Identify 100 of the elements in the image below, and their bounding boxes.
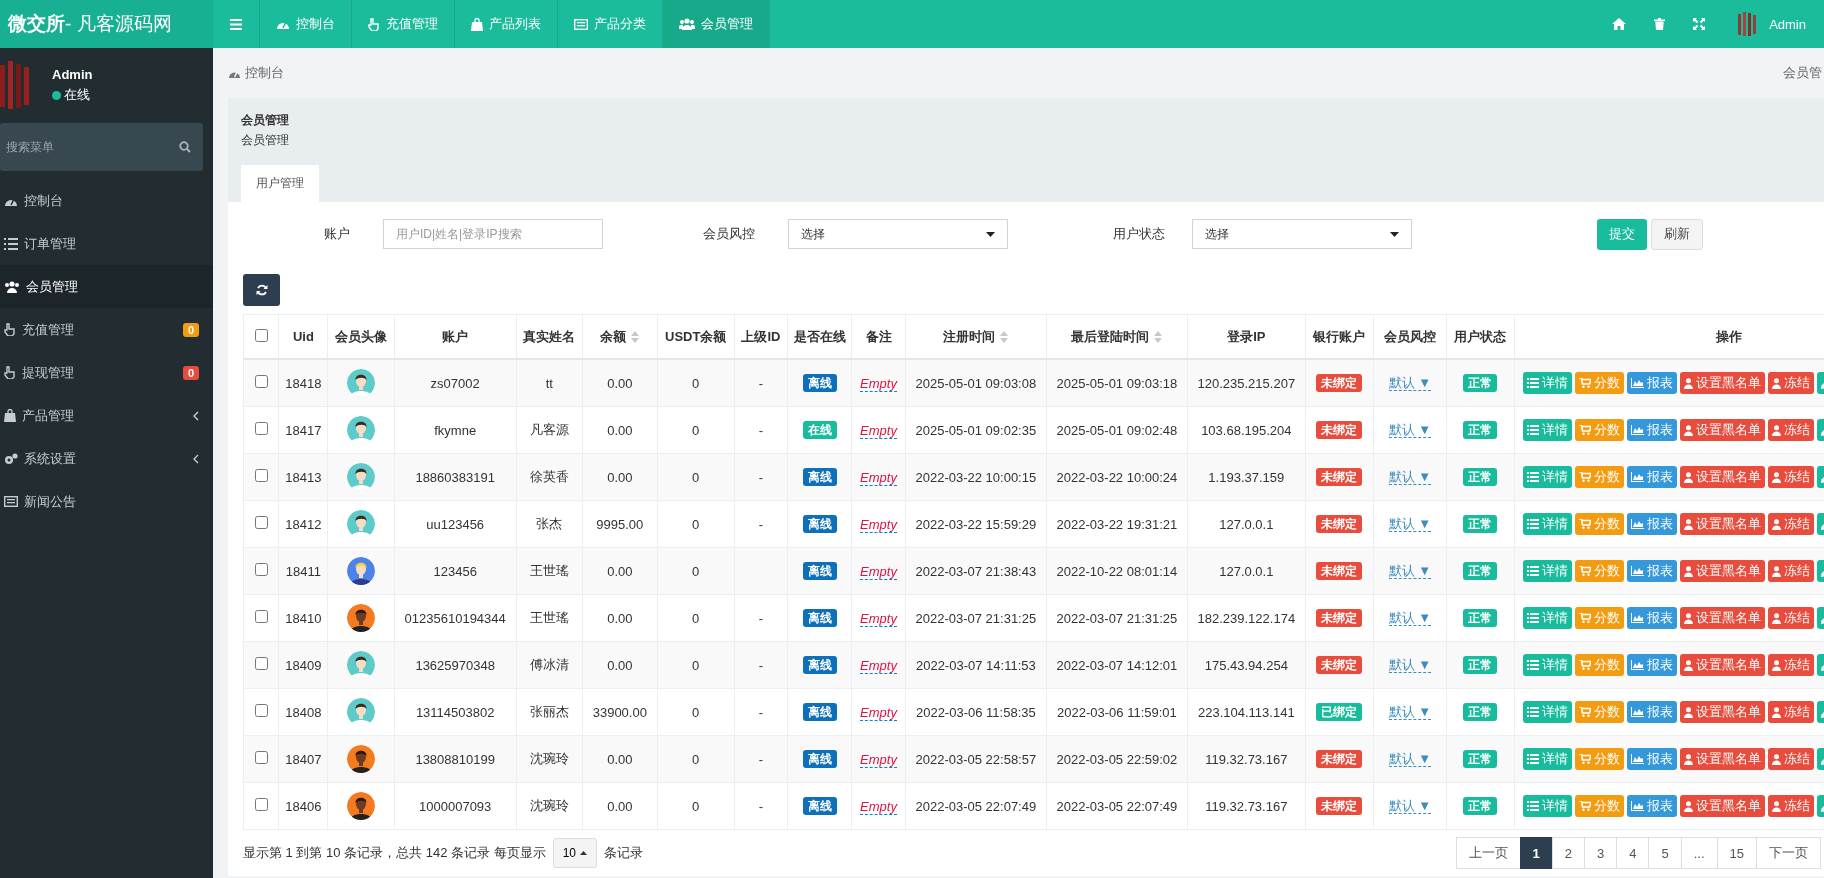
score-button[interactable]: 分数	[1575, 372, 1625, 394]
page-button[interactable]: 15	[1716, 837, 1757, 869]
report-button[interactable]: 报表	[1627, 607, 1678, 629]
sidebar-item[interactable]: 订单管理	[0, 222, 213, 265]
submit-button[interactable]: 提交	[1597, 218, 1647, 250]
sidebar-item[interactable]: 充值管理 0	[0, 308, 213, 351]
freeze-button[interactable]: 冻结	[1768, 372, 1815, 394]
row-checkbox[interactable]	[254, 751, 268, 764]
risk-dropdown-link[interactable]: 默认 ▼	[1388, 751, 1432, 767]
risk-dropdown-link[interactable]: 默认 ▼	[1388, 610, 1432, 626]
sidebar-item[interactable]: 产品管理	[0, 394, 213, 437]
tab[interactable]: 用户管理	[241, 165, 319, 202]
freeze-button[interactable]: 冻结	[1768, 560, 1815, 582]
report-button[interactable]: 报表	[1627, 419, 1678, 441]
detail-button[interactable]: 详情	[1523, 560, 1573, 582]
refresh-button[interactable]: 刷新	[1651, 218, 1703, 250]
nav-tab[interactable]: 会员管理	[663, 0, 770, 48]
sidebar-item[interactable]: 新闻公告	[0, 480, 213, 523]
blacklist-button[interactable]: 设置黑名单	[1680, 607, 1766, 629]
freeze-button[interactable]: 冻结	[1768, 701, 1815, 723]
sort-icon[interactable]	[1154, 329, 1163, 344]
site-logo[interactable]: 微交所- 凡客源码网	[0, 0, 213, 48]
report-button[interactable]: 报表	[1627, 372, 1678, 394]
breadcrumb-link[interactable]: 控制台	[245, 64, 284, 82]
freeze-button[interactable]: 冻结	[1768, 795, 1815, 817]
risk-dropdown-link[interactable]: 默认 ▼	[1388, 375, 1432, 391]
risk-dropdown-link[interactable]: 默认 ▼	[1388, 657, 1432, 673]
page-button[interactable]: 1	[1519, 837, 1553, 869]
sort-icon[interactable]	[631, 329, 640, 344]
select-dropdown[interactable]: 选择	[1192, 219, 1412, 249]
score-button[interactable]: 分数	[1575, 795, 1625, 817]
detail-button[interactable]: 详情	[1523, 748, 1573, 770]
report-button[interactable]: 报表	[1627, 654, 1678, 676]
score-button[interactable]: 分数	[1575, 701, 1625, 723]
freeze-button[interactable]: 冻结	[1768, 466, 1815, 488]
search-input[interactable]: 用户ID|姓名|登录IP搜索	[383, 219, 603, 249]
report-button[interactable]: 报表	[1627, 701, 1678, 723]
fullscreen-icon[interactable]	[1693, 18, 1706, 30]
report-button[interactable]: 报表	[1627, 795, 1678, 817]
search-field[interactable]: 搜索菜单	[0, 123, 203, 171]
detail-button[interactable]: 详情	[1523, 654, 1573, 676]
score-button[interactable]: 分数	[1575, 748, 1625, 770]
blacklist-button[interactable]: 设置黑名单	[1680, 419, 1766, 441]
report-button[interactable]: 报表	[1627, 560, 1678, 582]
trash-icon[interactable]	[1654, 18, 1666, 30]
page-button[interactable]: 3	[1584, 837, 1618, 869]
sidebar-item[interactable]: 系统设置	[0, 437, 213, 480]
score-button[interactable]: 分数	[1575, 607, 1625, 629]
page-button[interactable]: 2	[1551, 837, 1585, 869]
page-button[interactable]: 上一页	[1455, 837, 1521, 869]
detail-button[interactable]: 详情	[1523, 795, 1573, 817]
row-checkbox[interactable]	[254, 375, 268, 388]
report-button[interactable]: 报表	[1627, 466, 1678, 488]
detail-button[interactable]: 详情	[1523, 419, 1573, 441]
row-checkbox[interactable]	[254, 704, 268, 717]
page-button[interactable]: ...	[1680, 837, 1718, 869]
blacklist-button[interactable]: 设置黑名单	[1680, 701, 1766, 723]
select-all-checkbox[interactable]	[254, 328, 268, 342]
detail-button[interactable]: 详情	[1523, 466, 1573, 488]
row-checkbox[interactable]	[254, 563, 268, 576]
row-checkbox[interactable]	[254, 469, 268, 482]
score-button[interactable]: 分数	[1575, 513, 1625, 535]
blacklist-button[interactable]: 设置黑名单	[1680, 748, 1766, 770]
freeze-button[interactable]: 冻结	[1768, 419, 1815, 441]
row-checkbox[interactable]	[254, 516, 268, 529]
blacklist-button[interactable]: 设置黑名单	[1680, 560, 1766, 582]
risk-dropdown-link[interactable]: 默认 ▼	[1388, 422, 1432, 438]
freeze-button[interactable]: 冻结	[1768, 607, 1815, 629]
risk-dropdown-link[interactable]: 默认 ▼	[1388, 798, 1432, 814]
score-button[interactable]: 分数	[1575, 419, 1625, 441]
freeze-button[interactable]: 冻结	[1768, 654, 1815, 676]
detail-button[interactable]: 详情	[1523, 607, 1573, 629]
risk-dropdown-link[interactable]: 默认 ▼	[1388, 516, 1432, 532]
score-button[interactable]: 分数	[1575, 560, 1625, 582]
row-checkbox[interactable]	[254, 610, 268, 623]
risk-dropdown-link[interactable]: 默认 ▼	[1388, 704, 1432, 720]
blacklist-button[interactable]: 设置黑名单	[1680, 513, 1766, 535]
score-button[interactable]: 分数	[1575, 466, 1625, 488]
row-checkbox[interactable]	[254, 798, 268, 811]
sidebar-item[interactable]: 控制台	[0, 179, 213, 222]
detail-button[interactable]: 详情	[1523, 701, 1573, 723]
score-button[interactable]: 分数	[1575, 654, 1625, 676]
reload-button[interactable]	[243, 274, 280, 306]
detail-button[interactable]: 详情	[1523, 372, 1573, 394]
blacklist-button[interactable]: 设置黑名单	[1680, 466, 1766, 488]
risk-dropdown-link[interactable]: 默认 ▼	[1388, 563, 1432, 579]
sidebar-item[interactable]: 会员管理	[0, 265, 213, 308]
blacklist-button[interactable]: 设置黑名单	[1680, 654, 1766, 676]
page-button[interactable]: 下一页	[1756, 837, 1821, 869]
detail-button[interactable]: 详情	[1523, 513, 1573, 535]
report-button[interactable]: 报表	[1627, 748, 1678, 770]
blacklist-button[interactable]: 设置黑名单	[1680, 372, 1766, 394]
risk-dropdown-link[interactable]: 默认 ▼	[1388, 469, 1432, 485]
freeze-button[interactable]: 冻结	[1768, 513, 1815, 535]
row-checkbox[interactable]	[254, 657, 268, 670]
report-button[interactable]: 报表	[1627, 513, 1678, 535]
home-icon[interactable]	[1612, 18, 1627, 30]
page-button[interactable]: 5	[1648, 837, 1682, 869]
blacklist-button[interactable]: 设置黑名单	[1680, 795, 1766, 817]
row-checkbox[interactable]	[254, 422, 268, 435]
